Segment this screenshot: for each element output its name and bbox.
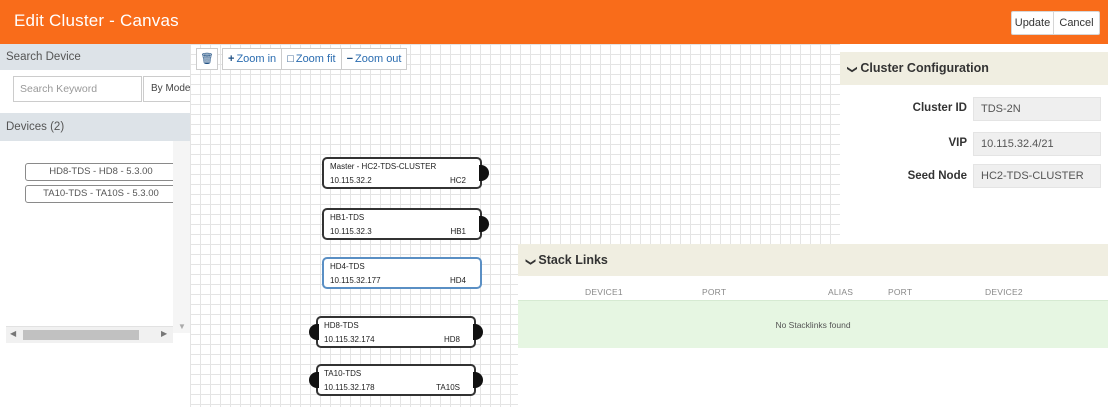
scroll-down-icon[interactable]: ▼ <box>178 322 186 331</box>
minus-icon: − <box>346 53 354 65</box>
vip-label: VIP <box>948 137 967 149</box>
node-name: TA10-TDS <box>324 369 362 378</box>
canvas-node-hd4[interactable]: HD4-TDS 10.115.32.177 HD4 <box>322 257 482 289</box>
vip-field: 10.115.32.4/21 <box>973 132 1101 156</box>
page-header: Edit Cluster - Canvas Update Cancel <box>0 0 1108 44</box>
seed-node-field: HC2-TDS-CLUSTER <box>973 164 1101 188</box>
node-name: Master - HC2-TDS-CLUSTER <box>330 162 437 171</box>
delete-button[interactable]: 🗑 <box>196 48 218 70</box>
node-name: HD8-TDS <box>324 321 359 330</box>
canvas-node-hb1[interactable]: HB1-TDS 10.115.32.3 HB1 <box>322 208 489 240</box>
column-header-device2: DEVICE2 <box>985 287 1023 297</box>
canvas-node-master[interactable]: Master - HC2-TDS-CLUSTER 10.115.32.2 HC2 <box>322 157 489 189</box>
stack-links-header[interactable]: ❯ Stack Links <box>518 244 1108 276</box>
node-ip: 10.115.32.2 <box>330 176 372 185</box>
trash-icon: 🗑 <box>200 53 214 65</box>
zoom-fit-button[interactable]: □ Zoom fit <box>281 48 342 70</box>
zoom-out-button[interactable]: − Zoom out <box>340 48 408 70</box>
devices-heading: Devices (2) <box>0 113 190 141</box>
page-title: Edit Cluster - Canvas <box>14 11 179 30</box>
node-model: HC2 <box>449 176 466 185</box>
cluster-id-label: Cluster ID <box>912 102 967 114</box>
column-header-port: PORT <box>702 287 727 297</box>
device-list-horizontal-scrollbar[interactable]: ◀ ▶ <box>6 326 173 343</box>
seed-node-label: Seed Node <box>907 170 967 182</box>
column-header-port: PORT <box>888 287 913 297</box>
node-ip: 10.115.32.174 <box>324 335 375 344</box>
cancel-button[interactable]: Cancel <box>1053 11 1100 35</box>
device-list-item[interactable]: HD8-TDS - HD8 - 5.3.00 <box>25 163 177 181</box>
canvas-toolbar: 🗑 + Zoom in □ Zoom fit − Zoom out <box>196 48 408 70</box>
node-model: HD4 <box>449 276 466 285</box>
node-model: HB1 <box>450 227 466 236</box>
device-sidebar: Search Device By Model Devices (2) HD8-T… <box>0 44 190 407</box>
cluster-id-field: TDS-2N <box>973 97 1101 121</box>
plus-icon: + <box>228 53 235 65</box>
canvas-node-ta10[interactable]: TA10-TDS 10.115.32.178 TA10S <box>309 364 483 396</box>
device-list-vertical-scrollbar[interactable]: ▼ <box>173 141 190 333</box>
cluster-configuration-title: Cluster Configuration <box>860 61 989 75</box>
update-button[interactable]: Update <box>1011 11 1054 35</box>
node-ip: 10.115.32.3 <box>330 227 372 236</box>
cluster-configuration-header[interactable]: ❯ Cluster Configuration <box>840 52 1108 85</box>
empty-state-message: No Stacklinks found <box>518 300 1108 348</box>
scroll-right-icon[interactable]: ▶ <box>161 329 167 338</box>
search-input[interactable] <box>13 76 142 102</box>
chevron-down-icon: ❯ <box>525 257 537 267</box>
node-ip: 10.115.32.177 <box>330 276 381 285</box>
search-device-heading: Search Device <box>0 44 190 70</box>
stack-links-panel: ❯ Stack Links DEVICE1 PORT ALIAS PORT DEV… <box>518 244 1108 407</box>
chevron-down-icon: ❯ <box>846 65 858 74</box>
column-header-alias: ALIAS <box>828 287 854 297</box>
scroll-left-icon[interactable]: ◀ <box>10 329 16 338</box>
device-list-item[interactable]: TA10-TDS - TA10S - 5.3.00 <box>25 185 177 203</box>
node-model: HD8 <box>443 335 460 344</box>
zoom-in-button[interactable]: + Zoom in <box>222 48 283 70</box>
node-port[interactable] <box>309 372 319 388</box>
column-header-device1: DEVICE1 <box>585 287 623 297</box>
cluster-configuration-panel: ❯ Cluster Configuration Cluster ID TDS-2N… <box>840 52 1108 242</box>
node-model: TA10S <box>436 383 460 392</box>
node-name: HB1-TDS <box>330 213 365 222</box>
node-name: HD4-TDS <box>330 262 365 271</box>
canvas-node-hd8[interactable]: HD8-TDS 10.115.32.174 HD8 <box>309 316 483 348</box>
node-port[interactable] <box>309 324 319 340</box>
square-icon: □ <box>287 53 294 65</box>
stack-links-title: Stack Links <box>538 253 608 267</box>
by-model-dropdown[interactable]: By Model <box>143 76 190 102</box>
node-ip: 10.115.32.178 <box>324 383 375 392</box>
scrollbar-thumb[interactable] <box>23 330 139 340</box>
